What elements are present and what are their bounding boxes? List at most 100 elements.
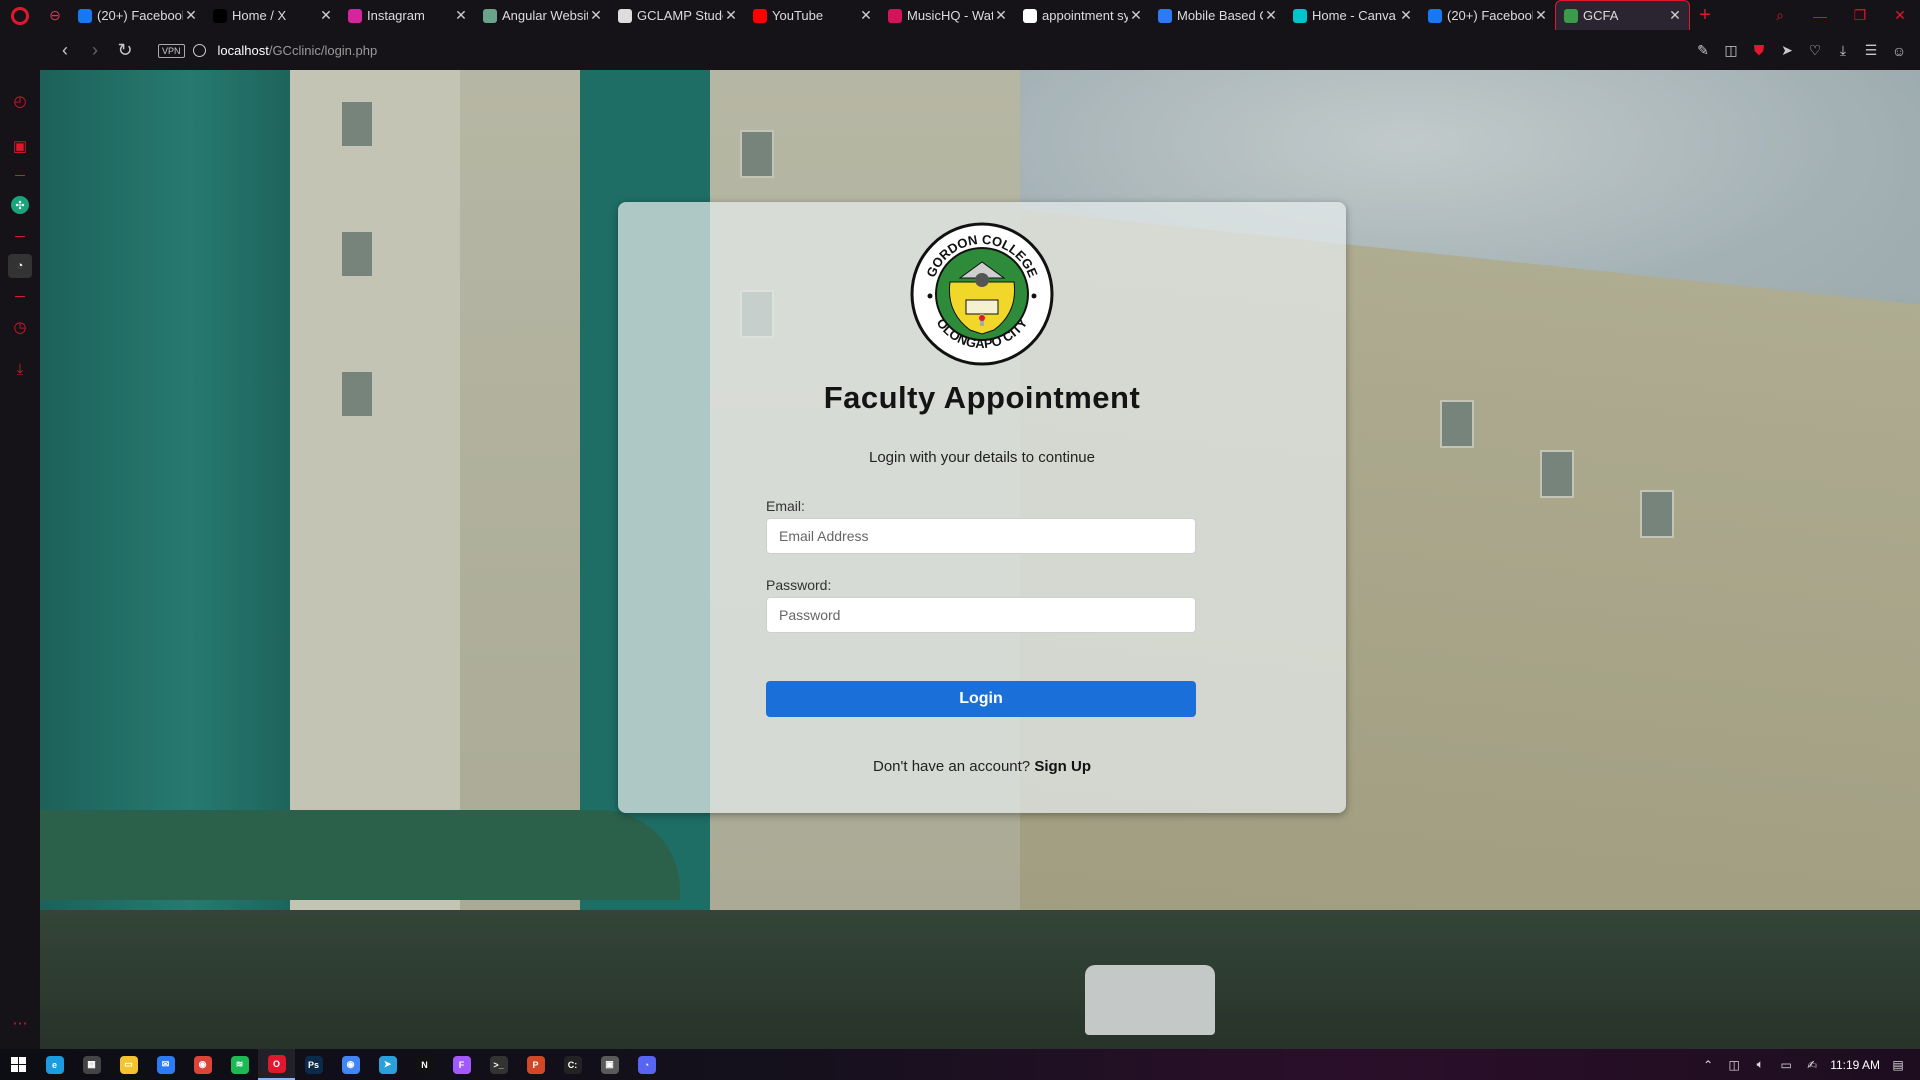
taskbar-app-button[interactable]: >_ [480, 1049, 517, 1080]
mail-icon: ✉ [156, 1055, 175, 1074]
minimize-button[interactable]: — [1800, 8, 1840, 24]
close-window-button[interactable]: ✕ [1880, 7, 1920, 24]
browser-tab[interactable]: Home - Canva ✕ [1285, 0, 1420, 31]
url-host: localhost [217, 43, 269, 58]
downloads-sidebar-icon[interactable]: ⤓ [8, 357, 32, 381]
email-field[interactable] [766, 518, 1196, 554]
tab-label: MusicHQ - Watch [907, 8, 993, 23]
tab-close-icon[interactable]: ✕ [588, 7, 604, 24]
email-label: Email: [766, 498, 805, 514]
browser-tab[interactable]: (20+) Facebook ✕ [1420, 0, 1555, 31]
tab-close-icon[interactable]: ✕ [453, 7, 469, 24]
new-tab-button[interactable]: + [1690, 4, 1720, 27]
password-field[interactable] [766, 597, 1196, 633]
workspaces-icon[interactable]: ⊖ [40, 7, 70, 24]
browser-tab[interactable]: YouTube ✕ [745, 0, 880, 31]
tab-close-icon[interactable]: ✕ [1533, 7, 1549, 24]
tab-search-icon[interactable]: ⌕ [1760, 7, 1800, 24]
figma-icon: F [452, 1055, 471, 1074]
forward-button[interactable]: › [80, 36, 110, 66]
browser-tab[interactable]: GCLAMP Student✕ [610, 0, 745, 31]
tray-app-icon[interactable]: ◫ [1726, 1058, 1742, 1072]
profile-icon[interactable]: ☺ [1888, 40, 1910, 62]
tab-close-icon[interactable]: ✕ [183, 7, 199, 24]
taskbar-app-button[interactable]: e [36, 1049, 73, 1080]
tray-chevron-icon[interactable]: ⌃ [1700, 1058, 1716, 1072]
taskbar-app-button[interactable]: F [443, 1049, 480, 1080]
browser-tab[interactable]: GCFA ✕ [1555, 0, 1690, 30]
url-field[interactable]: localhost/GCclinic/login.php [218, 43, 378, 58]
tab-close-icon[interactable]: ✕ [993, 7, 1009, 24]
easy-setup-icon[interactable]: ☰ [1860, 40, 1882, 62]
facebook-icon [78, 8, 92, 23]
taskbar-app-button[interactable]: ▣ [591, 1049, 628, 1080]
taskbar-app-button[interactable]: ◔ [628, 1049, 665, 1080]
tab-label: Instagram [367, 8, 425, 23]
browser-tab[interactable]: Angular Website ✕ [475, 0, 610, 31]
notifications-icon[interactable]: ▤ [1890, 1058, 1906, 1072]
download-icon[interactable]: ⤓ [1832, 40, 1854, 62]
signup-prompt: Don't have an account? [873, 758, 1031, 775]
taskbar-app-button[interactable]: ≋ [221, 1049, 258, 1080]
taskbar-app-button[interactable]: P [517, 1049, 554, 1080]
signup-row: Don't have an account? Sign Up [618, 758, 1346, 775]
tab-label: GCLAMP Student [637, 8, 723, 23]
browser-tab[interactable]: Mobile Based C ✕ [1150, 0, 1285, 31]
chrome-alt-icon: ◉ [341, 1055, 360, 1074]
chrome-icon: ◉ [193, 1055, 212, 1074]
taskbar-app-button[interactable]: N [406, 1049, 443, 1080]
mobile-based-icon [1158, 8, 1172, 23]
facebook-icon [1428, 8, 1442, 23]
browser-tab[interactable]: (20+) Facebook ✕ [70, 0, 205, 31]
bookmark-heart-icon[interactable]: ♡ [1804, 40, 1826, 62]
page-viewport: GORDON COLLEGE OLONGAPO CITY Faculty App… [40, 70, 1920, 1049]
snapshot-icon[interactable]: ◫ [1720, 40, 1742, 62]
speed-dial-icon[interactable]: ◴ [8, 89, 32, 113]
start-button[interactable] [0, 1057, 36, 1072]
back-button[interactable]: ‹ [50, 36, 80, 66]
taskbar-app-button[interactable]: ◉ [184, 1049, 221, 1080]
taskbar-app-button[interactable]: ▦ [73, 1049, 110, 1080]
taskbar-app-button[interactable]: ◉ [332, 1049, 369, 1080]
toolbar-right: ✎ ◫ ⛊ ➤ ♡ ⤓ ☰ ☺ [1692, 31, 1910, 70]
reload-button[interactable]: ↻ [110, 36, 140, 66]
taskbar-app-button[interactable]: C: [554, 1049, 591, 1080]
discord-sidebar-icon[interactable]: ◔ [8, 254, 32, 278]
chatgpt-icon[interactable]: ✣ [11, 196, 29, 214]
history-icon[interactable]: ◷ [8, 315, 32, 339]
network-icon[interactable]: ▭ [1778, 1058, 1794, 1072]
maximize-button[interactable]: ❐ [1840, 7, 1880, 24]
tab-close-icon[interactable]: ✕ [318, 7, 334, 24]
pen-icon[interactable]: ✍︎ [1804, 1058, 1820, 1072]
spotify-icon: ≋ [230, 1055, 249, 1074]
tab-close-icon[interactable]: ✕ [1667, 7, 1683, 24]
signup-link[interactable]: Sign Up [1034, 758, 1091, 775]
site-info-icon[interactable] [192, 44, 206, 57]
browser-tab[interactable]: Home / X ✕ [205, 0, 340, 31]
tab-close-icon[interactable]: ✕ [858, 7, 874, 24]
browser-tab[interactable]: Instagram ✕ [340, 0, 475, 31]
tab-close-icon[interactable]: ✕ [1263, 7, 1279, 24]
vpn-badge[interactable]: VPN [158, 43, 185, 58]
sidebar-more-icon[interactable]: ⋯ [8, 1011, 32, 1035]
login-button[interactable]: Login [766, 681, 1196, 717]
taskbar-app-button[interactable]: ✉ [147, 1049, 184, 1080]
send-icon[interactable]: ➤ [1776, 40, 1798, 62]
edit-icon[interactable]: ✎ [1692, 40, 1714, 62]
taskbar-app-button[interactable]: ➤ [369, 1049, 406, 1080]
browser-tab[interactable]: MusicHQ - Watch✕ [880, 0, 1015, 31]
tab-close-icon[interactable]: ✕ [1398, 7, 1414, 24]
browser-tab[interactable]: appointment system✕ [1015, 0, 1150, 31]
taskbar-app-button[interactable]: O [258, 1049, 295, 1080]
tab-close-icon[interactable]: ✕ [723, 7, 739, 24]
clock[interactable]: 11:19 AM [1830, 1058, 1880, 1072]
taskbar-app-button[interactable]: Ps [295, 1049, 332, 1080]
edge-icon: e [45, 1055, 64, 1074]
shopping-bag-icon[interactable]: ▣ [8, 134, 32, 158]
opera-menu-button[interactable] [0, 0, 40, 31]
tab-label: GCFA [1583, 8, 1619, 23]
tab-close-icon[interactable]: ✕ [1128, 7, 1144, 24]
volume-icon[interactable]: 🔈︎ [1752, 1057, 1768, 1072]
adblock-shield-icon[interactable]: ⛊ [1748, 40, 1770, 62]
taskbar-app-button[interactable]: ▭ [110, 1049, 147, 1080]
